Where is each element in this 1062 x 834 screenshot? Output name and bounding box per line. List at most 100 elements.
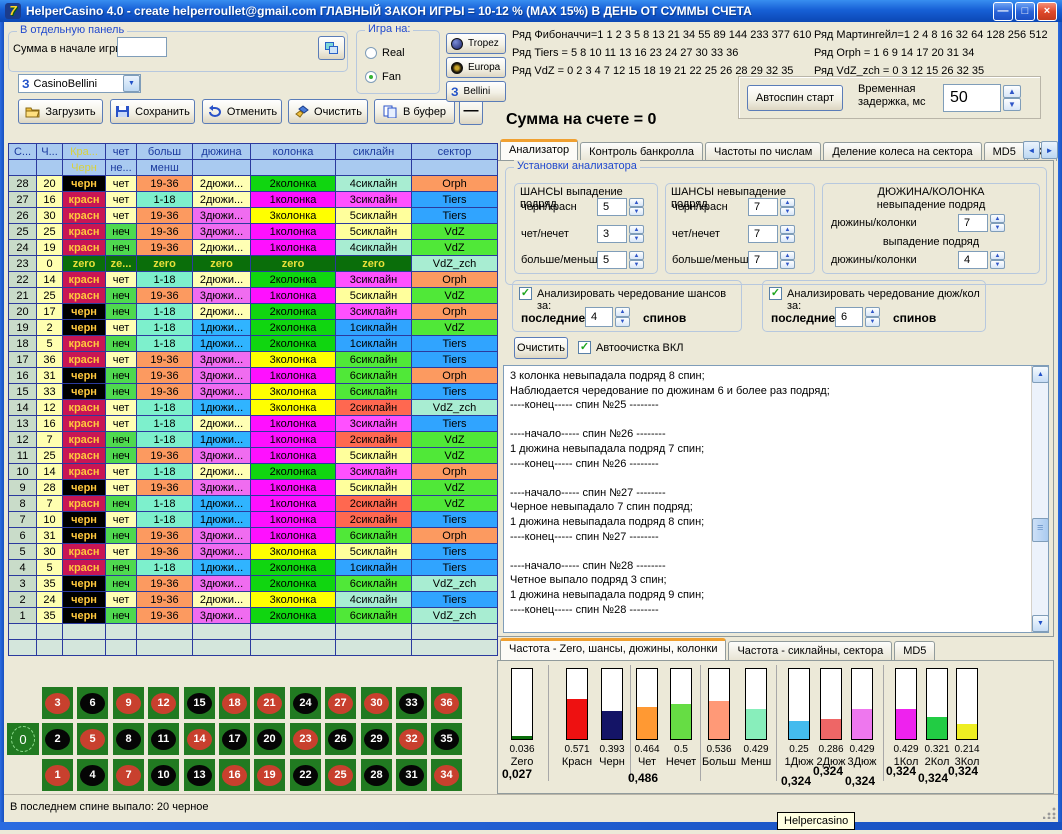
spin-value[interactable]: 7 [748,198,778,216]
roulette-number-cell[interactable]: 2 [42,723,73,755]
load-button[interactable]: Загрузить [18,99,103,124]
stepper[interactable]: ▲▼ [780,251,795,269]
stepper[interactable]: ▲▼ [990,214,1005,232]
freq-tab-частота-zero-шансы-дюжины-колонки[interactable]: Частота - Zero, шансы, дюжины, колонки [500,638,726,660]
table-row[interactable] [9,640,498,656]
tabs-scroll-left-button[interactable]: ◄ [1023,141,1040,159]
delay-stepper[interactable]: ▲ ▼ [1003,85,1021,111]
roulette-number-cell[interactable]: 28 [361,759,392,791]
table-row[interactable]: 45красннеч1-181дюжи...2колонка1сиклайнTi… [9,560,498,576]
delay-input[interactable]: 50 [943,84,1001,112]
roulette-number-cell[interactable]: 12 [148,687,179,719]
spin-value[interactable]: 5 [597,198,627,216]
table-row[interactable]: 1014краснчет1-182дюжи...2колонка3сиклайн… [9,464,498,480]
alt-dozen-spins[interactable]: 6 [835,307,863,327]
roulette-number-cell[interactable]: 6 [77,687,108,719]
up-arrow-icon[interactable]: ▲ [1003,85,1021,98]
roulette-number-cell[interactable]: 36 [431,687,462,719]
undo-button[interactable]: Отменить [202,99,282,124]
table-row[interactable]: 710чернчет1-181дюжи...1колонка2сиклайнTi… [9,512,498,528]
roulette-number-cell[interactable]: 17 [219,723,250,755]
roulette-number-cell[interactable]: 9 [113,687,144,719]
roulette-number-cell[interactable]: 23 [290,723,321,755]
roulette-number-cell[interactable]: 5 [77,723,108,755]
copy-to-buffer-button[interactable]: В буфер [374,99,455,124]
table-row[interactable]: 1533черннеч19-363дюжи...3колонка6сиклайн… [9,384,498,400]
clear-button[interactable]: Очистить [288,99,368,124]
tab-деление-колеса-на-сектора[interactable]: Деление колеса на сектора [823,142,981,161]
table-row[interactable]: С...Ч...Кра...четбольшдюжинаколонкасикла… [9,144,498,160]
table-row[interactable]: 2419красннеч19-362дюжи...1колонка4сиклай… [9,240,498,256]
column-header[interactable]: С... [9,144,37,160]
table-row[interactable]: 185красннеч1-181дюжи...2колонка1сиклайнT… [9,336,498,352]
column-header[interactable]: чет [106,144,137,160]
spin-value[interactable]: 3 [597,225,627,243]
table-row[interactable]: 335черннеч19-363дюжи...2колонка6сиклайнV… [9,576,498,592]
roulette-number-cell[interactable]: 30 [361,687,392,719]
roulette-number-cell[interactable]: 8 [113,723,144,755]
scroll-up-button[interactable]: ▲ [1032,366,1049,383]
table-row[interactable]: 631черннеч19-363дюжи...1колонка6сиклайнO… [9,528,498,544]
roulette-number-cell[interactable]: 10 [148,759,179,791]
tab-контроль-банкролла[interactable]: Контроль банкролла [580,142,703,161]
column-header[interactable]: дюжина [193,144,251,160]
minimize-button[interactable]: — [993,2,1013,21]
column-header[interactable]: больш [137,144,193,160]
chevron-down-icon[interactable]: ▼ [123,75,140,92]
analyzer-clear-button[interactable]: Очистить [514,337,568,359]
roulette-number-cell[interactable]: 34 [431,759,462,791]
start-sum-input[interactable] [117,37,167,57]
freq-tab-частота-сиклайны-сектора[interactable]: Частота - сиклайны, сектора [728,641,892,660]
table-row[interactable]: 135черннеч19-363дюжи...2колонка6сиклайнV… [9,608,498,624]
alt-dozen-checkbox[interactable]: ✓ [769,287,782,300]
table-row[interactable]: 230zeroze...zerozerozerozeroVdZ_zch [9,256,498,272]
casino-select[interactable]: З CasinoBellini ▼ [18,74,141,93]
roulette-number-cell[interactable]: 29 [361,723,392,755]
tropez-button[interactable]: Tropez [446,33,506,54]
spin-value[interactable]: 7 [958,214,988,232]
detach-panel-button[interactable] [318,36,345,60]
save-button[interactable]: Сохранить [110,99,195,124]
bellini-button[interactable]: З Bellini [446,81,506,102]
tabs-scroll-right-button[interactable]: ► [1041,141,1058,159]
roulette-number-cell[interactable]: 21 [254,687,285,719]
table-row[interactable]: 224чернчет19-362дюжи...3колонка4сиклайнT… [9,592,498,608]
table-row[interactable] [9,624,498,640]
table-row[interactable]: 2525красннеч19-363дюжи...1колонка5сиклай… [9,224,498,240]
roulette-number-cell[interactable]: 13 [184,759,215,791]
analyzer-log[interactable]: 3 колонка невыпадала подряд 8 спин; Набл… [503,365,1049,633]
roulette-number-cell[interactable]: 1 [42,759,73,791]
resize-grip[interactable] [1043,806,1056,819]
stepper[interactable]: ▲▼ [990,251,1005,269]
table-row[interactable]: 2716краснчет1-182дюжи...1колонка3сиклайн… [9,192,498,208]
table-row[interactable]: 2125красннеч19-363дюжи...1колонка5сиклай… [9,288,498,304]
column-header[interactable]: колонка [251,144,336,160]
roulette-number-cell[interactable]: 31 [396,759,427,791]
stepper[interactable]: ▲▼ [780,225,795,243]
table-row[interactable]: 127красннеч1-181дюжи...1колонка2сиклайнV… [9,432,498,448]
roulette-number-cell[interactable]: 27 [325,687,356,719]
roulette-number-cell[interactable]: 25 [325,759,356,791]
roulette-number-cell[interactable]: 19 [254,759,285,791]
scroll-down-button[interactable]: ▼ [1032,615,1049,632]
table-row[interactable]: 1125красннеч19-363дюжи...1колонка5сиклай… [9,448,498,464]
down-arrow-icon[interactable]: ▼ [1003,98,1021,111]
radio-fan[interactable]: Fan [365,71,401,83]
table-row[interactable]: 1736краснчет19-363дюжи...3колонка6сиклай… [9,352,498,368]
roulette-number-cell[interactable]: 11 [148,723,179,755]
maximize-button[interactable]: □ [1015,2,1035,21]
roulette-number-cell[interactable]: 14 [184,723,215,755]
close-button[interactable]: × [1037,2,1057,21]
log-scrollbar[interactable]: ▲ ▼ [1031,366,1048,632]
spin-value[interactable]: 5 [597,251,627,269]
table-row[interactable]: 530краснчет19-363дюжи...3колонка5сиклайн… [9,544,498,560]
roulette-number-cell[interactable]: 4 [77,759,108,791]
radio-real[interactable]: Real [365,47,405,59]
table-row[interactable]: 192чернчет1-181дюжи...2колонка1сиклайнVd… [9,320,498,336]
table-row[interactable]: 1412краснчет1-181дюжи...3колонка2сиклайн… [9,400,498,416]
roulette-zero-cell[interactable]: 0 [7,723,39,755]
spin-value[interactable]: 7 [748,225,778,243]
scroll-thumb[interactable] [1032,518,1049,542]
roulette-number-cell[interactable]: 15 [184,687,215,719]
table-row[interactable]: 1631черннеч19-363дюжи...1колонка6сиклайн… [9,368,498,384]
